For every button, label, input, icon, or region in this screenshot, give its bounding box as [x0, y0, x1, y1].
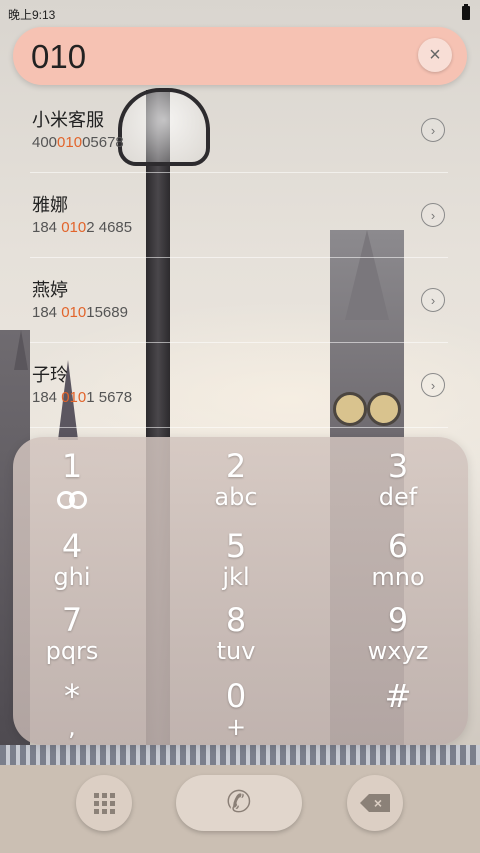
key-7[interactable]: 7 pqrs	[0, 603, 147, 679]
key-letters: wxyz	[367, 637, 429, 665]
backspace-button[interactable]: ×	[347, 775, 403, 831]
key-letters: +	[225, 713, 247, 741]
call-button[interactable]: ✆	[176, 775, 302, 831]
key-8[interactable]: 8 tuv	[161, 603, 311, 679]
key-letters: jkl	[222, 563, 250, 591]
key-letters: pqrs	[45, 637, 99, 665]
key-digit: 5	[225, 527, 247, 565]
key-letters: mno	[371, 563, 425, 591]
key-letters: abc	[214, 483, 258, 511]
key-letters: ghi	[53, 563, 91, 591]
contact-number: 184 0101 5678	[32, 389, 133, 406]
key-letters: ,	[68, 713, 76, 741]
key-letters: def	[378, 483, 418, 511]
contact-name: 燕婷	[32, 280, 68, 301]
backspace-icon: ×	[360, 794, 390, 812]
key-digit: 0	[225, 677, 247, 715]
chevron-right-icon[interactable]: ›	[421, 288, 445, 312]
chevron-right-icon[interactable]: ›	[421, 203, 445, 227]
key-star[interactable]: * ,	[0, 679, 147, 755]
contact-row[interactable]: 小米客服 40001005678 ›	[30, 88, 448, 173]
contact-name: 小米客服	[32, 110, 104, 131]
status-time: 晚上9:13	[8, 8, 56, 22]
contact-row[interactable]: 燕婷 184 01015689 ›	[30, 258, 448, 343]
battery-icon	[462, 4, 470, 20]
dial-search-bar[interactable]: 010 ×	[13, 27, 467, 85]
status-bar: 晚上9:13	[0, 0, 480, 26]
dialpad-toggle-button[interactable]	[76, 775, 132, 831]
phone-icon: ✆	[226, 785, 252, 820]
key-1[interactable]: 1	[0, 449, 147, 525]
key-digit: 4	[61, 527, 83, 565]
key-digit: 3	[387, 447, 409, 485]
clear-button[interactable]: ×	[418, 38, 452, 72]
number-match-highlight: 010	[61, 219, 87, 236]
key-4[interactable]: 4 ghi	[0, 529, 147, 605]
key-digit: 9	[387, 601, 409, 639]
key-6[interactable]: 6 mno	[323, 529, 473, 605]
key-digit: 7	[61, 601, 83, 639]
number-match-highlight: 010	[61, 389, 87, 406]
number-match-highlight: 010	[57, 134, 83, 151]
key-digit: 1	[61, 447, 83, 485]
key-2[interactable]: 2 abc	[161, 449, 311, 525]
contact-number: 40001005678	[32, 134, 124, 151]
dialpad: 1 2 abc 3 def 4 ghi 5 jkl 6 mno 7 pqrs 8…	[13, 437, 468, 745]
contact-number: 184 0102 4685	[32, 219, 133, 236]
key-hash[interactable]: #	[323, 679, 473, 755]
dialed-number-input[interactable]: 010	[31, 37, 86, 77]
contact-results-list: 小米客服 40001005678 › 雅娜 184 0102 4685 › 燕婷…	[0, 88, 480, 428]
key-digit: *	[64, 677, 80, 715]
key-3[interactable]: 3 def	[323, 449, 473, 525]
bottom-action-bar: ✆ ×	[0, 765, 480, 853]
chevron-right-icon[interactable]: ›	[421, 118, 445, 142]
key-digit: 6	[387, 527, 409, 565]
contact-row[interactable]: 雅娜 184 0102 4685 ›	[30, 173, 448, 258]
voicemail-icon	[57, 491, 87, 509]
number-match-highlight: 010	[61, 304, 87, 321]
dialpad-grid-icon	[93, 792, 115, 814]
close-icon: ×	[429, 44, 441, 66]
key-5[interactable]: 5 jkl	[161, 529, 311, 605]
key-letters: tuv	[216, 637, 256, 665]
key-0[interactable]: 0 +	[161, 679, 311, 755]
contact-number: 184 01015689	[32, 304, 128, 321]
key-digit: 2	[225, 447, 247, 485]
contact-name: 子玲	[32, 365, 68, 386]
key-9[interactable]: 9 wxyz	[323, 603, 473, 679]
key-digit: #	[384, 677, 412, 715]
contact-name: 雅娜	[32, 195, 68, 216]
chevron-right-icon[interactable]: ›	[421, 373, 445, 397]
contact-row[interactable]: 子玲 184 0101 5678 ›	[30, 343, 448, 428]
key-digit: 8	[225, 601, 247, 639]
